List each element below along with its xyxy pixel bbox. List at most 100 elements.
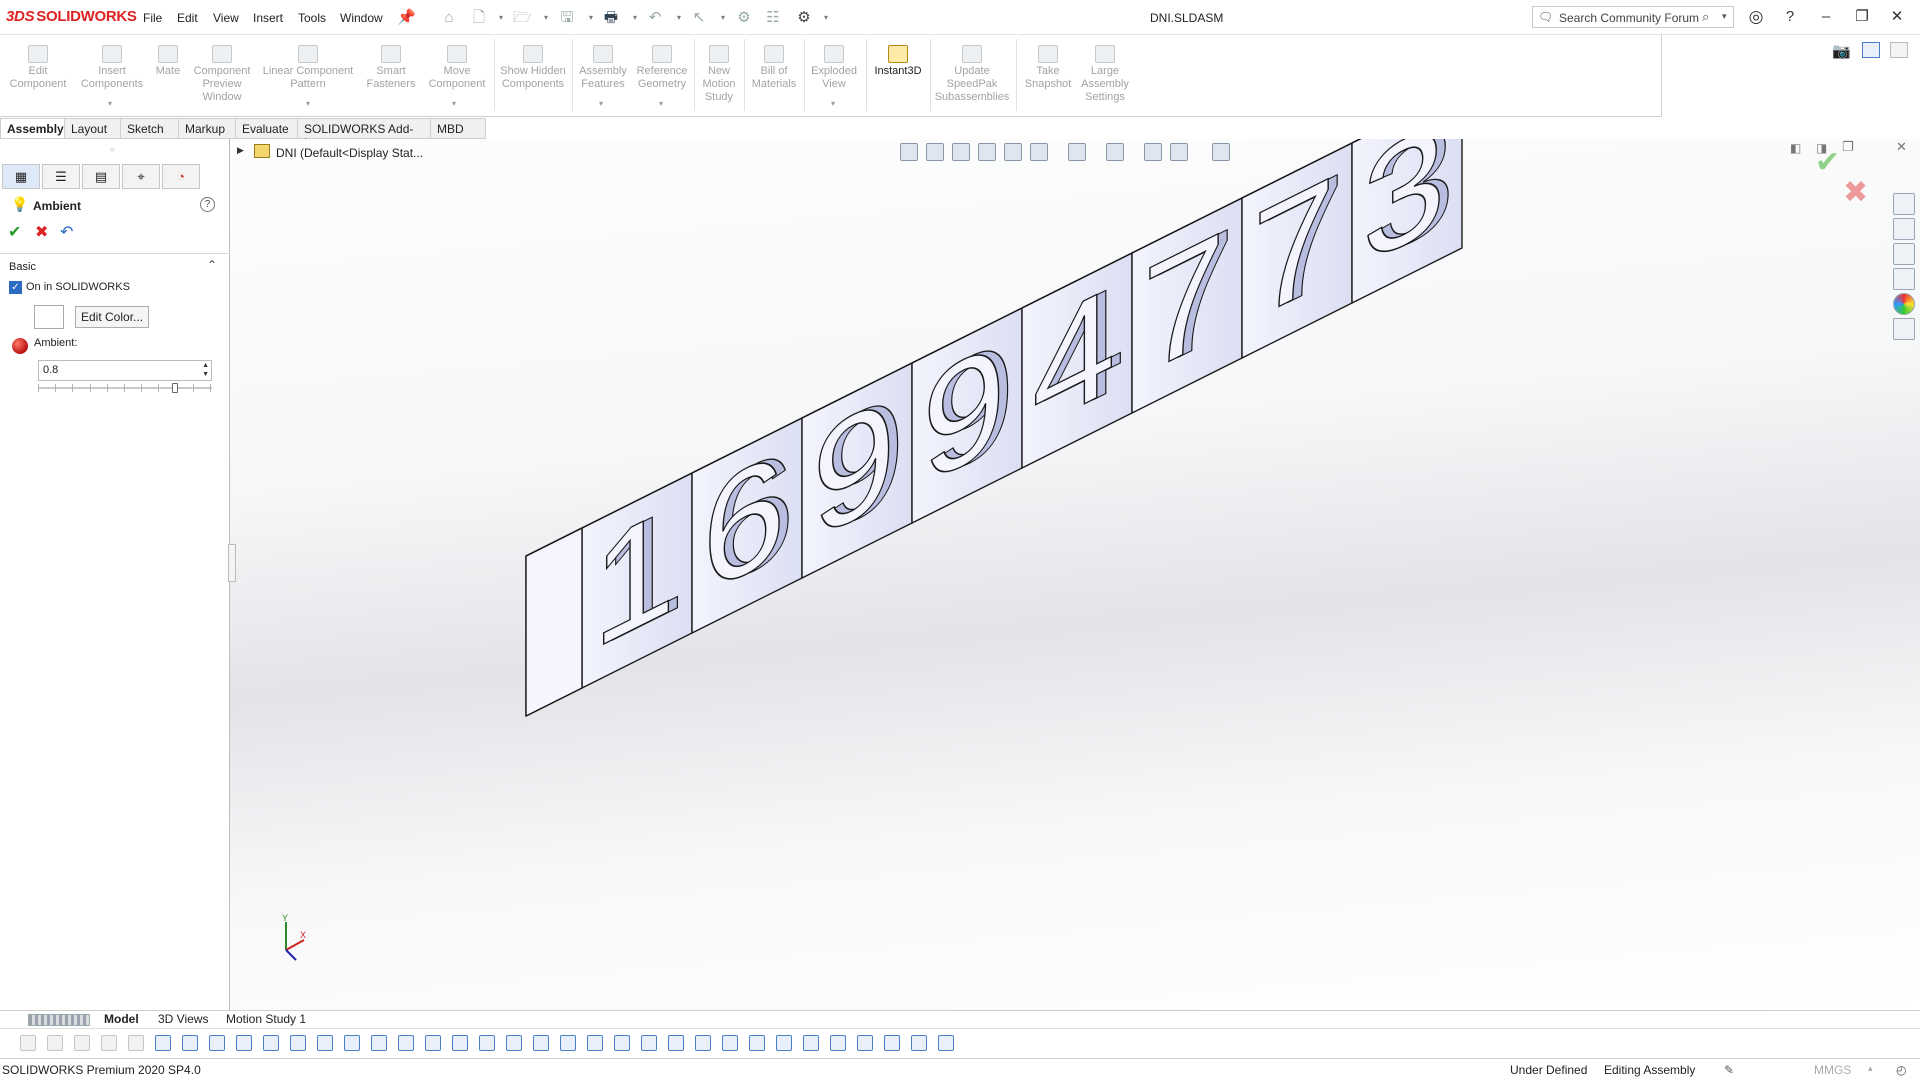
save-icon[interactable]: 🖫 (558, 9, 576, 27)
spline-icon[interactable] (290, 1035, 306, 1051)
digit-9[interactable]: 9 (812, 362, 897, 573)
move-entities-icon[interactable] (452, 1035, 468, 1051)
tab-feature-manager[interactable]: ▦ (2, 164, 40, 189)
exploded-view-button[interactable]: Exploded View (806, 45, 862, 91)
component-preview-button[interactable]: Component Preview Window (188, 45, 256, 104)
appearances-icon[interactable] (1893, 293, 1915, 315)
tab-layout[interactable]: Layout (65, 118, 121, 139)
filter-vertices-icon[interactable] (74, 1035, 90, 1051)
tab-evaluate[interactable]: Evaluate (236, 118, 298, 139)
graphics-area[interactable]: ▶ DNI (Default<Display Stat... ◧ ◨ ❐ ✕ ✔… (230, 139, 1920, 1010)
mirror-icon[interactable] (398, 1035, 414, 1051)
digit-7[interactable]: 7 (1252, 142, 1337, 353)
custom-properties-icon[interactable] (1893, 318, 1915, 340)
ambient-value-input[interactable]: 0.8 ▲ ▼ (38, 360, 212, 381)
pin-icon[interactable]: 📌 (397, 9, 416, 27)
coincident-icon[interactable] (803, 1035, 819, 1051)
chevron-down-icon[interactable]: ▾ (108, 99, 112, 108)
slider-thumb[interactable] (172, 383, 179, 393)
filter-faces-icon[interactable] (47, 1035, 63, 1051)
quick-snaps-icon[interactable] (587, 1035, 603, 1051)
shaded-contours-icon[interactable] (668, 1035, 684, 1051)
move-component-button[interactable]: Move Component (424, 45, 490, 91)
centerline-icon[interactable] (182, 1035, 198, 1051)
menu-insert[interactable]: Insert (253, 11, 283, 25)
dimension-icon[interactable] (479, 1035, 495, 1051)
tab-dimxpert-manager[interactable]: ⌖ (122, 164, 160, 189)
repair-icon[interactable] (560, 1035, 576, 1051)
chevron-down-icon[interactable]: ▾ (822, 9, 830, 27)
check-sketch-icon[interactable] (695, 1035, 711, 1051)
vertical-icon[interactable] (776, 1035, 792, 1051)
smart-fasteners-button[interactable]: Smart Fasteners (360, 45, 422, 91)
fix-icon[interactable] (533, 1035, 549, 1051)
select-icon[interactable] (101, 1035, 117, 1051)
solidworks-logo[interactable]: 3DS SOLIDWORKS (6, 8, 137, 25)
dni-3d-model[interactable]: 11 66 99 99 44 77 77 33 (230, 139, 1920, 1010)
tab-sketch[interactable]: Sketch (121, 118, 179, 139)
section-basic-label[interactable]: Basic (9, 261, 36, 273)
equal-icon[interactable] (884, 1035, 900, 1051)
spin-arrows-icon[interactable]: ▲ ▼ (202, 361, 209, 379)
undo-icon[interactable]: ↶ (646, 9, 664, 27)
horizontal-icon[interactable] (749, 1035, 765, 1051)
midpoint-icon[interactable] (830, 1035, 846, 1051)
chevron-down-icon[interactable]: ▾ (631, 9, 639, 27)
instant2d-icon[interactable] (641, 1035, 657, 1051)
arc-icon[interactable] (263, 1035, 279, 1051)
new-document-icon[interactable]: 🗋 (470, 9, 488, 27)
color-swatch[interactable] (34, 305, 64, 329)
digit-7[interactable]: 7 (1142, 197, 1227, 408)
tab-property-manager[interactable]: ☰ (42, 164, 80, 189)
assembly-features-button[interactable]: Assembly Features (576, 45, 630, 91)
open-folder-icon[interactable]: 🗁 (513, 9, 532, 27)
render-tools-icon[interactable] (1862, 42, 1880, 58)
search-box[interactable]: 🗨 Search Community Forum ⌕ ▾ (1532, 6, 1734, 28)
quick-tips-icon[interactable]: ◴ (1896, 1063, 1906, 1077)
filter-edges-icon[interactable] (20, 1035, 36, 1051)
digit-1[interactable]: 1 (592, 472, 677, 683)
digit-9[interactable]: 9 (922, 307, 1007, 518)
menu-window[interactable]: Window (340, 11, 383, 25)
point-icon[interactable] (155, 1035, 171, 1051)
print-icon[interactable]: 🖶 (602, 9, 620, 27)
tab-scroll-arrows-icon[interactable] (28, 1014, 90, 1026)
collapse-chevron-icon[interactable]: ⌃ (207, 258, 217, 272)
tab-model[interactable]: Model (98, 1012, 145, 1026)
tab-configuration-manager[interactable]: ▤ (82, 164, 120, 189)
help-icon[interactable]: ? (1779, 7, 1801, 27)
menu-edit[interactable]: Edit (177, 11, 198, 25)
file-explorer-icon[interactable] (1893, 243, 1915, 265)
relation-icon[interactable] (506, 1035, 522, 1051)
edit-color-button[interactable]: Edit Color... (75, 306, 150, 328)
edit-component-button[interactable]: Edit Component (4, 45, 72, 91)
view-palette-icon[interactable] (1893, 268, 1915, 290)
reference-geometry-button[interactable]: Reference Geometry (632, 45, 692, 91)
file-properties-icon[interactable]: ☷ (764, 9, 782, 27)
close-icon[interactable]: ✕ (1886, 7, 1908, 27)
minimize-icon[interactable]: – (1815, 7, 1837, 27)
undo-icon[interactable]: ↶ (60, 222, 73, 242)
chevron-down-icon[interactable]: ▾ (675, 9, 683, 27)
trim-icon[interactable] (317, 1035, 333, 1051)
rapid-sketch-icon[interactable] (614, 1035, 630, 1051)
chevron-down-icon[interactable]: ▾ (1722, 11, 1727, 22)
tab-assembly[interactable]: Assembly (0, 118, 65, 139)
take-snapshot-button[interactable]: Take Snapshot (1020, 45, 1076, 91)
search-icon[interactable]: ⌕ (1702, 9, 1709, 25)
screen-capture-icon[interactable] (1890, 42, 1908, 58)
chevron-down-icon[interactable]: ▾ (831, 99, 835, 108)
tab-mbd[interactable]: MBD (431, 118, 486, 139)
search-input[interactable]: Search Community Forum (1559, 11, 1699, 25)
select-pointer-icon[interactable]: ↖ (690, 9, 708, 27)
parallel-icon[interactable] (911, 1035, 927, 1051)
status-units[interactable]: MMGS (1814, 1063, 1851, 1077)
chevron-down-icon[interactable]: ▾ (542, 9, 550, 27)
units-chevron-icon[interactable]: ▴ (1868, 1063, 1873, 1074)
options-gear-icon[interactable]: ⚙ (795, 9, 813, 27)
restore-icon[interactable]: ❐ (1851, 7, 1873, 27)
perpendicular-icon[interactable] (938, 1035, 954, 1051)
tab-3d-views[interactable]: 3D Views (152, 1012, 214, 1026)
digit-4[interactable]: 4 (1032, 252, 1117, 463)
panel-collapse-handle[interactable] (228, 544, 236, 582)
